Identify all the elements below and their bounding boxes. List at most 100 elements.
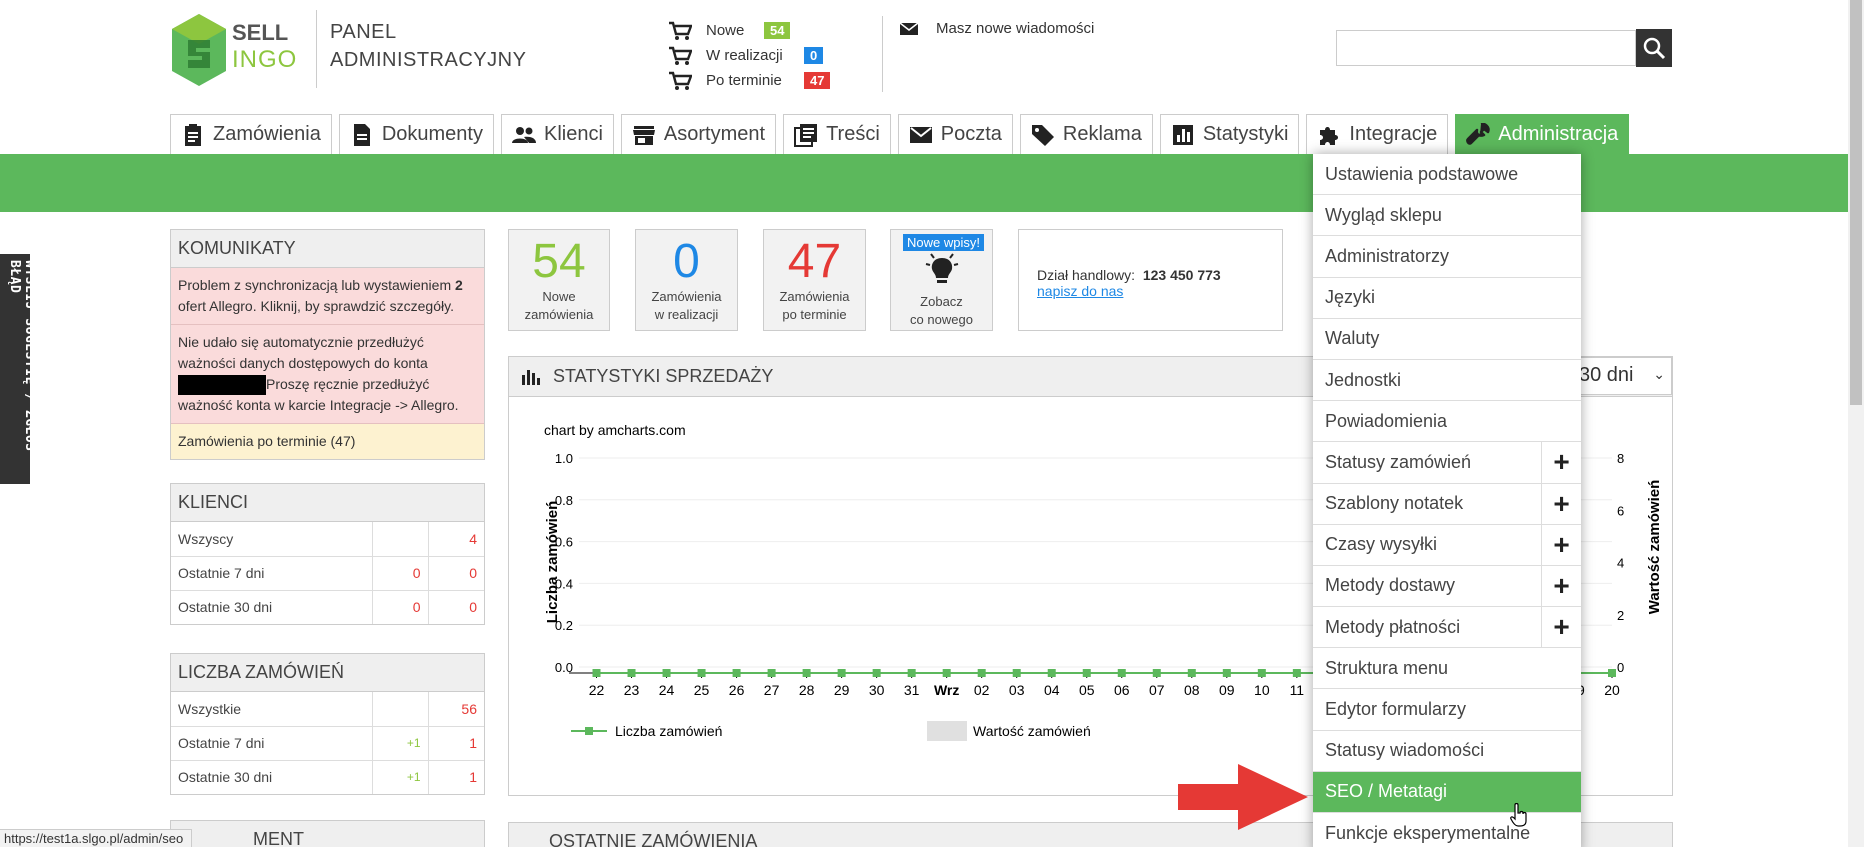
allegro-sync-message[interactable]: Problem z synchronizacją lub wystawienie… [171,268,484,325]
message-count: 2 [455,277,463,293]
panel-title-line1: PANEL [330,21,397,43]
dropdown-item[interactable]: Statusy wiadomości [1313,731,1581,772]
dropdown-item[interactable]: Edytor formularzy [1313,689,1581,731]
dropdown-item[interactable]: Wygląd sklepu [1313,195,1581,237]
red-arrow-annotation [1178,764,1308,830]
dropdown-item[interactable]: Czasy wysyłki + [1313,524,1581,566]
tab-zamowienia[interactable]: Zamówienia [170,114,332,154]
order-stat-in-progress[interactable]: W realizacji 0 [668,43,830,68]
legend-label: Liczba zamówień [615,723,722,739]
browser-status-url: https://test1a.slgo.pl/admin/seo [0,829,193,847]
dropdown-item-label: Funkcje eksperymentalne [1325,822,1531,843]
overdue-orders-message[interactable]: Zamówienia po terminie (47) [171,424,484,460]
new-entries-badge: Nowe wpisy! [903,234,984,251]
dropdown-item[interactable]: Struktura menu [1313,648,1581,690]
tab-klienci[interactable]: Klienci [500,114,614,154]
row-value-b: 4 [427,522,484,556]
row-value-b: 0 [427,589,484,624]
legend-area-marker [927,721,967,741]
data-point [1187,669,1196,677]
dropdown-item-label: SEO / Metatagi [1325,781,1448,802]
dropdown-item[interactable]: Ustawienia podstawowe [1313,154,1581,196]
x-tick-label: 06 [1114,682,1130,698]
x-tick-label: 22 [589,682,605,698]
dropdown-item-label: Ustawienia podstawowe [1325,163,1519,184]
table-row: Ostatnie 30 dni 0 0 [171,589,484,624]
tab-dokumenty[interactable]: Dokumenty [338,114,494,154]
tab-label: Asortyment [663,123,766,145]
table-row: Wszyscy 4 [171,522,484,556]
tab-administracja[interactable]: Administracja [1455,114,1630,154]
feedback-side-tab-label: WYŚLIJ SUGESTIĘ / ZGŁOŚ BŁĄD [7,260,37,452]
add-plus-button[interactable]: + [1541,607,1581,648]
add-plus-button[interactable]: + [1541,483,1581,524]
sellingo-logo[interactable]: SELL INGO [170,12,310,88]
data-point [1608,669,1616,677]
x-tick-label: 02 [974,682,990,698]
order-count-badge: 0 [804,47,824,64]
data-point [1222,669,1231,677]
row-value-a [371,692,428,726]
row-label: Wszystkie [178,700,241,717]
data-point [732,669,741,677]
table-row: Ostatnie 30 dni +1 1 [171,759,484,794]
order-stat-new[interactable]: Nowe 54 [668,18,830,43]
envelope-icon [900,22,918,35]
x-tick-label: 28 [799,682,815,698]
dropdown-item[interactable]: Języki [1313,278,1581,319]
card-orders-in-progress[interactable]: 0 Zamówienia w realizacji [635,229,738,331]
card-label: po terminie [782,307,847,322]
tab-tresci[interactable]: Treści [783,114,891,154]
card-orders-overdue[interactable]: 47 Zamówienia po terminie [763,229,866,331]
period-select-value: 30 dni [1579,364,1634,386]
data-point [627,669,636,677]
tab-integracje[interactable]: Integracje [1306,114,1449,154]
data-point [942,669,951,677]
order-stat-overdue[interactable]: Po terminie 47 [668,68,831,93]
scrollbar-thumb[interactable] [1850,0,1862,405]
dropdown-item[interactable]: Powiadomienia [1313,401,1581,443]
search-input[interactable] [1336,30,1636,66]
contact-us-link[interactable]: napisz do nas [1037,283,1123,299]
tab-statystyki[interactable]: Statystyki [1159,114,1300,154]
x-tick-label: 25 [694,682,710,698]
main-navigation: Zamówienia Dokumenty Klienci Asortyment … [170,114,1630,154]
dropdown-item[interactable]: SEO / Metatagi [1313,771,1581,813]
dropdown-item-label: Metody płatności [1325,616,1461,637]
add-plus-button[interactable]: + [1541,565,1581,607]
left-bottom-panel-title: MENT [170,820,485,847]
x-tick-label: 09 [1219,682,1235,698]
dropdown-item[interactable]: Metody dostawy + [1313,565,1581,608]
komunikaty-title: KOMUNIKATY [171,230,484,268]
card-new-orders[interactable]: 54 Nowe zamówienia [508,229,610,331]
dropdown-item[interactable]: Administratorzy [1313,236,1581,278]
x-tick-label: 29 [834,682,850,698]
card-value: 0 [673,235,700,288]
messages-link[interactable]: Masz nowe wiadomości [900,20,1094,37]
row-value-b: 0 [427,555,484,590]
dropdown-item[interactable]: Szablony notatek + [1313,483,1581,525]
dropdown-item[interactable]: Waluty [1313,319,1581,360]
data-point [1292,669,1301,677]
card-whats-new[interactable]: Nowe wpisy! Zobacz co nowego [890,229,993,331]
dropdown-item[interactable]: Metody płatności + [1313,607,1581,649]
feedback-side-tab[interactable]: WYŚLIJ SUGESTIĘ / ZGŁOŚ BŁĄD [0,254,37,484]
allegro-account-message[interactable]: Nie udało się automatycznie przedłużyć w… [171,325,484,425]
tab-asortyment[interactable]: Asortyment [620,114,777,154]
search-button[interactable] [1636,29,1672,67]
y2-tick-label: 0 [1617,660,1624,675]
dropdown-item[interactable]: Funkcje eksperymentalne [1313,813,1581,847]
dropdown-item[interactable]: Statusy zamówień + [1313,442,1581,484]
tab-reklama[interactable]: Reklama [1019,114,1153,154]
add-plus-button[interactable]: + [1541,524,1581,565]
row-label: Wszyscy [178,530,234,547]
tab-poczta[interactable]: Poczta [897,114,1013,154]
add-plus-button[interactable]: + [1541,442,1581,483]
y2-axis-title: Wartość zamówień [1646,480,1663,614]
period-select[interactable]: 30 dni ⌄ [1566,357,1672,395]
dropdown-item-label: Powiadomienia [1325,410,1448,431]
header-divider [316,10,317,88]
data-point [1152,669,1161,677]
dropdown-item[interactable]: Jednostki [1313,360,1581,402]
clipboard-icon [185,123,201,146]
